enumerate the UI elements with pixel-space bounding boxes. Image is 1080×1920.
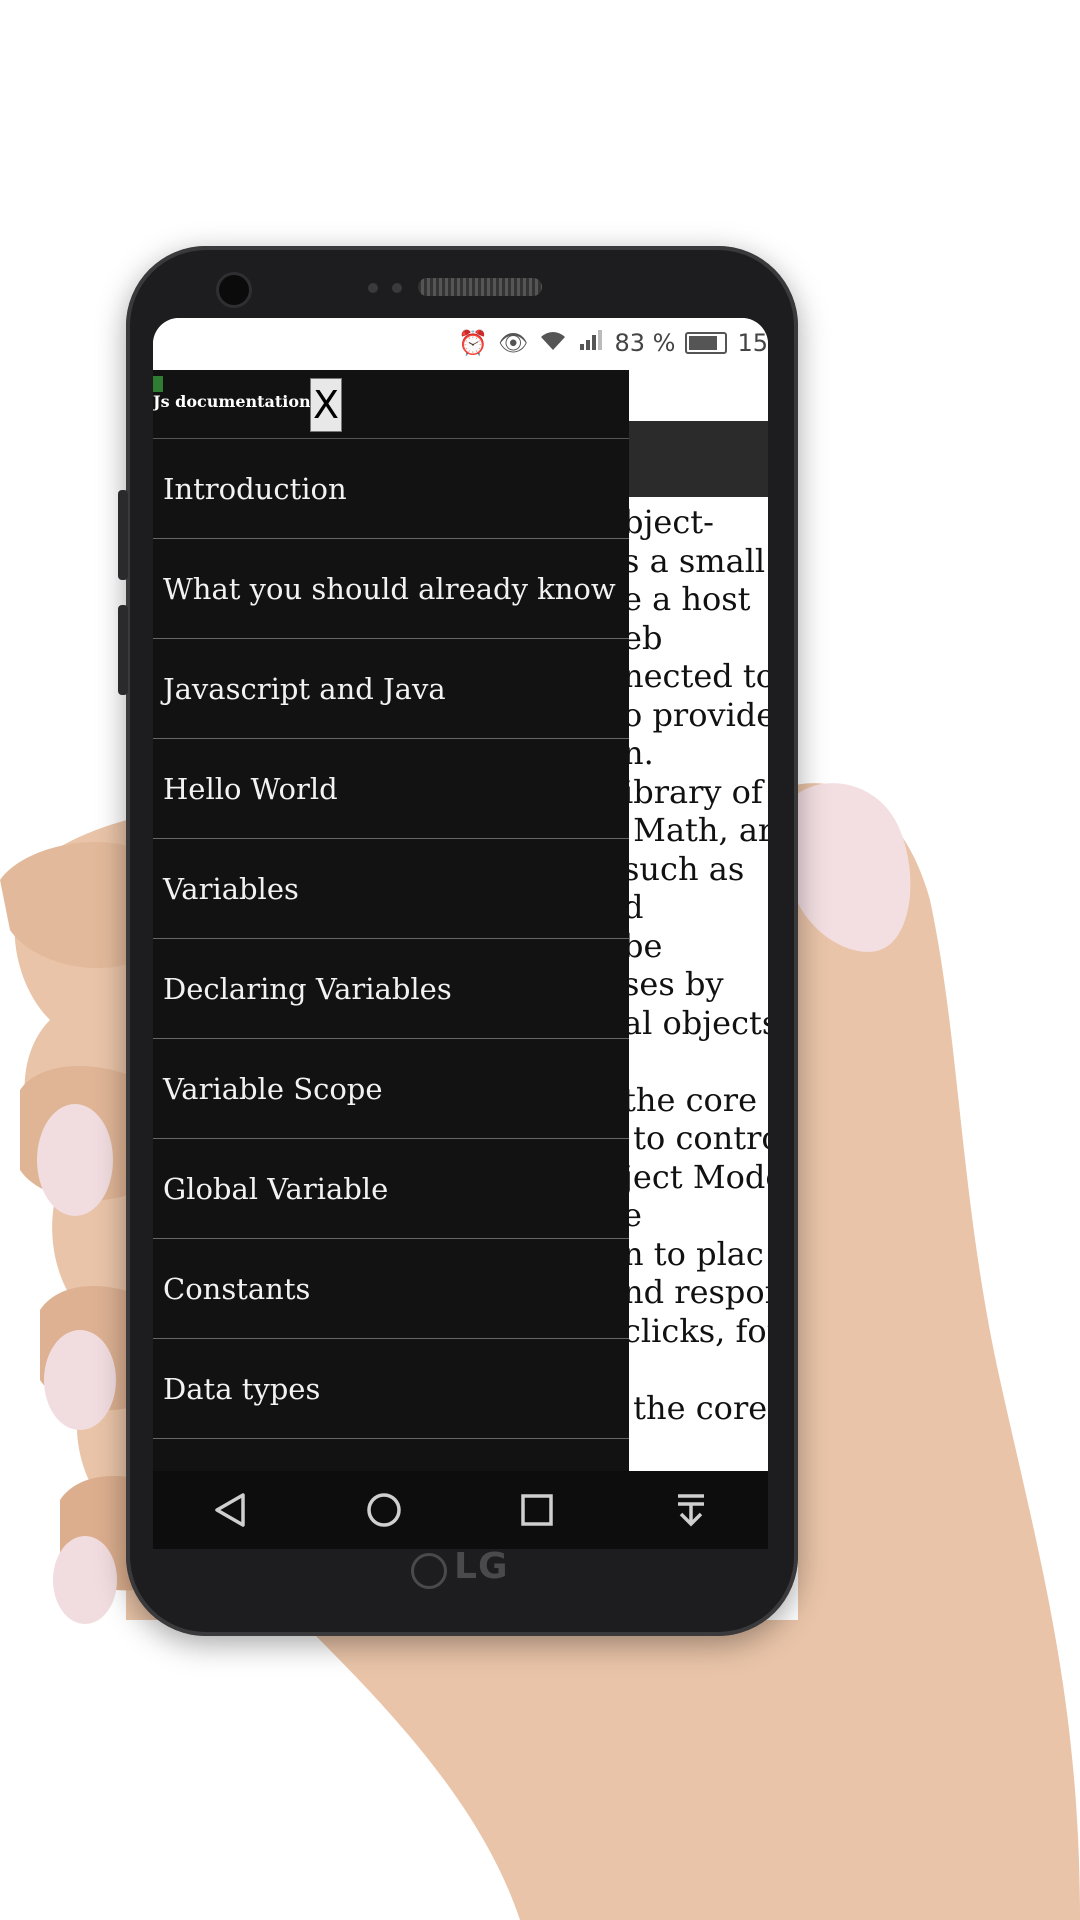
drawer-menu: Introduction What you should already kno…	[153, 439, 629, 1439]
earpiece-speaker	[418, 278, 542, 296]
menu-item-what-you-should-already-know[interactable]: What you should already know	[153, 539, 629, 639]
status-bar: ⏰ 👁 83 % 15	[153, 318, 768, 368]
lg-logo-icon	[411, 1553, 447, 1589]
menu-item-hello-world[interactable]: Hello World	[153, 739, 629, 839]
menu-item-introduction[interactable]: Introduction	[153, 439, 629, 539]
menu-item-variables[interactable]: Variables	[153, 839, 629, 939]
notification-pulldown-icon[interactable]	[661, 1480, 721, 1540]
brand-label: LG	[454, 1546, 509, 1587]
drawer-title: Js documentation	[153, 392, 311, 411]
back-icon[interactable]	[200, 1480, 260, 1540]
volume-up-button	[118, 490, 128, 580]
alarm-icon: ⏰	[458, 329, 488, 357]
background-article-text: bject- s a small e a host eb nected to o…	[623, 503, 768, 1427]
battery-percent: 83 %	[614, 329, 676, 357]
signal-icon	[578, 328, 604, 358]
drawer-header: Js documentation X	[153, 370, 629, 439]
home-icon[interactable]	[354, 1480, 414, 1540]
light-sensor	[392, 283, 402, 293]
proximity-sensor	[368, 283, 378, 293]
status-icons: ⏰ 👁 83 % 15	[458, 328, 768, 358]
menu-item-global-variable[interactable]: Global Variable	[153, 1139, 629, 1239]
menu-item-variable-scope[interactable]: Variable Scope	[153, 1039, 629, 1139]
volume-down-button	[118, 605, 128, 695]
battery-icon	[685, 332, 728, 354]
close-drawer-button[interactable]: X	[310, 378, 342, 432]
clock: 15	[737, 329, 768, 357]
navigation-drawer: Js documentation X Introduction What you…	[153, 370, 629, 1540]
recents-icon[interactable]	[507, 1480, 567, 1540]
menu-item-data-types[interactable]: Data types	[153, 1339, 629, 1439]
front-camera	[216, 272, 252, 308]
wifi-icon	[538, 328, 568, 358]
screen: ⏰ 👁 83 % 15 bject- s a small e a host eb…	[153, 318, 768, 1540]
menu-item-javascript-and-java[interactable]: Javascript and Java	[153, 639, 629, 739]
app-logo-icon	[153, 376, 163, 392]
system-navigation-bar	[153, 1471, 768, 1549]
menu-item-declaring-variables[interactable]: Declaring Variables	[153, 939, 629, 1039]
eye-icon: 👁	[498, 329, 529, 357]
menu-item-constants[interactable]: Constants	[153, 1239, 629, 1339]
